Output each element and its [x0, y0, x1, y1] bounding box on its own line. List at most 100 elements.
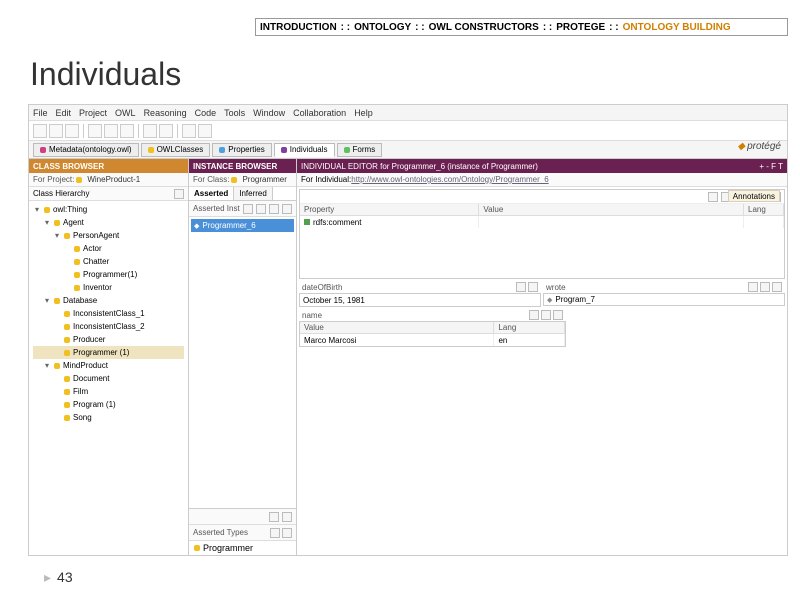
- tab-individuals[interactable]: Individuals: [274, 143, 335, 157]
- copy-instance-icon[interactable]: [256, 204, 266, 214]
- prop-row[interactable]: rdfs:comment: [300, 216, 784, 228]
- breadcrumb-item: PROTEGE: [556, 22, 605, 33]
- tab-forms[interactable]: Forms: [337, 143, 383, 157]
- expand-icon[interactable]: ▾: [53, 229, 61, 242]
- menu-collaboration[interactable]: Collaboration: [293, 108, 346, 118]
- wrote-create-icon[interactable]: [760, 282, 770, 292]
- instance-item[interactable]: Programmer_6: [191, 219, 294, 232]
- tb-help-icon[interactable]: [198, 124, 212, 138]
- td-property: rdfs:comment: [300, 216, 479, 228]
- add-type-icon[interactable]: [270, 528, 280, 538]
- tree-node[interactable]: Chatter: [33, 255, 184, 268]
- tree-node[interactable]: Film: [33, 385, 184, 398]
- tb-copy-icon[interactable]: [104, 124, 118, 138]
- ref-instance-icon[interactable]: [282, 204, 292, 214]
- tree-node[interactable]: ▾Database: [33, 294, 184, 307]
- name-row[interactable]: Marco Marcosi en: [300, 334, 565, 346]
- delete-instance-icon[interactable]: [269, 204, 279, 214]
- name-value[interactable]: Marco Marcosi: [300, 334, 494, 346]
- tb-save-icon[interactable]: [65, 124, 79, 138]
- menu-tools[interactable]: Tools: [224, 108, 245, 118]
- expand-icon[interactable]: ▾: [43, 359, 51, 372]
- expand-icon[interactable]: ▾: [43, 216, 51, 229]
- tree-node[interactable]: Song: [33, 411, 184, 424]
- tree-node[interactable]: ▾Agent: [33, 216, 184, 229]
- instance-list[interactable]: Programmer_6: [189, 217, 296, 508]
- wrote-add-icon[interactable]: [748, 282, 758, 292]
- name-del-icon[interactable]: [553, 310, 563, 320]
- menu-owl[interactable]: OWL: [115, 108, 136, 118]
- breadcrumb: INTRODUCTION : : ONTOLOGY : : OWL CONSTR…: [255, 18, 788, 36]
- wrote-item[interactable]: Program_7: [543, 293, 785, 306]
- menu-help[interactable]: Help: [354, 108, 373, 118]
- tree-node[interactable]: Producer: [33, 333, 184, 346]
- class-icon: [64, 324, 70, 330]
- annotations-tab[interactable]: Annotations: [728, 190, 780, 202]
- menu-project[interactable]: Project: [79, 108, 107, 118]
- remove-type-icon[interactable]: [282, 528, 292, 538]
- type-item[interactable]: Programmer: [191, 543, 294, 553]
- tab-inferred[interactable]: Inferred: [234, 187, 273, 200]
- menu-code[interactable]: Code: [195, 108, 217, 118]
- tab-properties[interactable]: Properties: [212, 143, 271, 157]
- expand-icon[interactable]: ▾: [33, 203, 41, 216]
- tree-node[interactable]: InconsistentClass_2: [33, 320, 184, 333]
- tab-metadata[interactable]: Metadata(ontology.owl): [33, 143, 139, 157]
- td-value[interactable]: [479, 216, 744, 228]
- collapse-icon[interactable]: [269, 512, 279, 522]
- tree-node[interactable]: Inventor: [33, 281, 184, 294]
- menu-reasoning[interactable]: Reasoning: [144, 108, 187, 118]
- menu-edit[interactable]: Edit: [56, 108, 72, 118]
- ann-add-icon[interactable]: [708, 192, 718, 202]
- tree-node[interactable]: ▾MindProduct: [33, 359, 184, 372]
- class-icon: [64, 311, 70, 317]
- expand-icon[interactable]: ▾: [43, 294, 51, 307]
- name-add-icon[interactable]: [529, 310, 539, 320]
- tb-undo-icon[interactable]: [143, 124, 157, 138]
- menu-window[interactable]: Window: [253, 108, 285, 118]
- dob-value[interactable]: October 15, 1981: [299, 293, 541, 307]
- class-tree[interactable]: ▾owl:Thing▾Agent▾PersonAgentActorChatter…: [29, 201, 188, 555]
- tree-node[interactable]: Programmer(1): [33, 268, 184, 281]
- main-tabs: Metadata(ontology.owl) OWLClasses Proper…: [29, 141, 787, 159]
- tb-find-icon[interactable]: [182, 124, 196, 138]
- name-edit-icon[interactable]: [541, 310, 551, 320]
- td-lang[interactable]: [744, 216, 784, 228]
- dob-clear-icon[interactable]: [528, 282, 538, 292]
- class-icon: [74, 246, 80, 252]
- th-name-lang: Lang: [494, 322, 565, 333]
- add-instance-icon[interactable]: [243, 204, 253, 214]
- tb-paste-icon[interactable]: [120, 124, 134, 138]
- individual-uri[interactable]: http://www.owl-ontologies.com/Ontology/P…: [351, 175, 548, 184]
- class-icon: [54, 363, 60, 369]
- class-icon: [64, 337, 70, 343]
- tab-dot-icon: [40, 147, 46, 153]
- wrote-remove-icon[interactable]: [772, 282, 782, 292]
- class-icon: [54, 298, 60, 304]
- tree-node[interactable]: Document: [33, 372, 184, 385]
- tree-node[interactable]: Programmer (1): [33, 346, 184, 359]
- tree-node[interactable]: ▾owl:Thing: [33, 203, 184, 216]
- dob-label: dateOfBirth: [302, 283, 342, 292]
- hierarchy-tool-icon[interactable]: [174, 189, 184, 199]
- dob-field: dateOfBirth October 15, 1981: [299, 281, 541, 307]
- tree-node[interactable]: ▾PersonAgent: [33, 229, 184, 242]
- tree-node[interactable]: Program (1): [33, 398, 184, 411]
- tab-dot-icon: [281, 147, 287, 153]
- menu-file[interactable]: File: [33, 108, 48, 118]
- dob-add-icon[interactable]: [516, 282, 526, 292]
- tb-cut-icon[interactable]: [88, 124, 102, 138]
- toolbar: [29, 121, 787, 141]
- tb-new-icon[interactable]: [33, 124, 47, 138]
- tree-node[interactable]: Actor: [33, 242, 184, 255]
- name-lang[interactable]: en: [494, 334, 565, 346]
- tree-label: Chatter: [83, 255, 109, 268]
- tab-owlclasses[interactable]: OWLClasses: [141, 143, 211, 157]
- expand-icon[interactable]: [282, 512, 292, 522]
- breadcrumb-item-active: ONTOLOGY BUILDING: [623, 22, 731, 33]
- editor-header-buttons[interactable]: + - F T: [759, 162, 783, 171]
- tab-asserted[interactable]: Asserted: [189, 187, 234, 200]
- tree-node[interactable]: InconsistentClass_1: [33, 307, 184, 320]
- tb-open-icon[interactable]: [49, 124, 63, 138]
- tb-redo-icon[interactable]: [159, 124, 173, 138]
